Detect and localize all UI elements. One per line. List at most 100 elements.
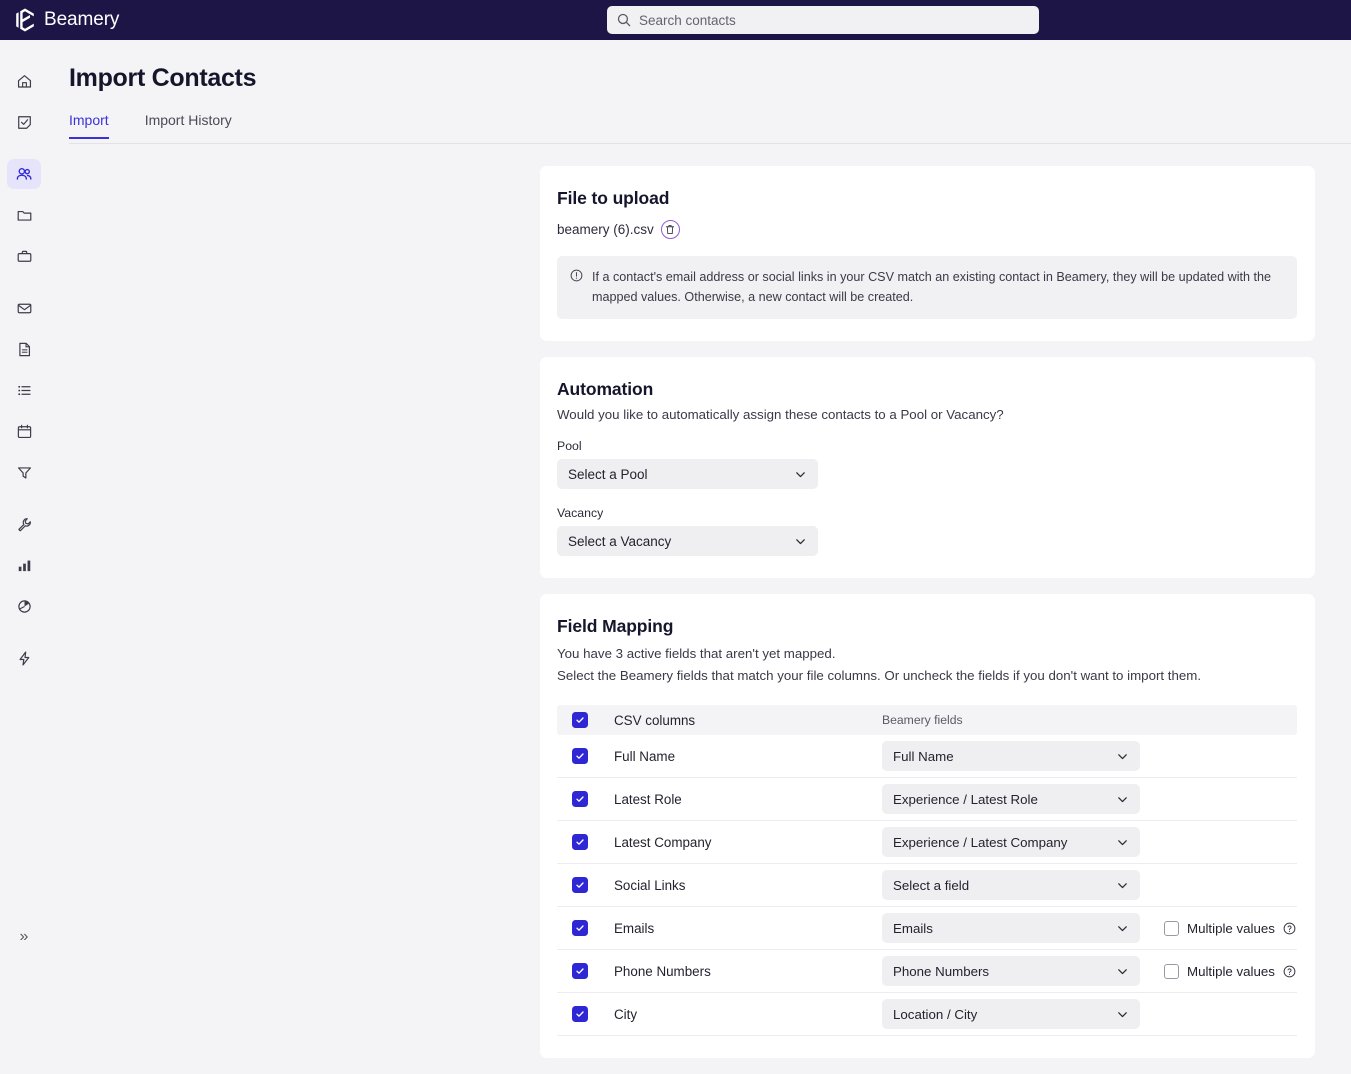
top-bar: Beamery (0, 0, 1351, 40)
table-row: Latest Company Experience / Latest Compan… (557, 821, 1297, 865)
home-icon (17, 74, 31, 88)
left-sidebar: » (0, 40, 48, 972)
uploaded-file-name: beamery (6).csv (557, 222, 654, 237)
row-checkbox[interactable] (572, 748, 588, 765)
unmapped-fields-message: You have 3 active fields that aren't yet… (557, 646, 836, 662)
check-icon (576, 717, 584, 723)
table-row: Emails Emails Multiple values (557, 907, 1297, 951)
vacancy-select[interactable]: Select a Vacancy (557, 526, 818, 557)
search-icon (617, 13, 631, 27)
checkbox-note-icon (17, 115, 31, 129)
question-circle-icon[interactable] (1283, 922, 1296, 935)
table-body: Full Name Full Name Latest Role Experience … (557, 735, 1297, 1037)
chevron-down-icon (1118, 796, 1127, 802)
chevron-down-icon (1118, 925, 1127, 931)
csv-column-name: Latest Role (614, 791, 682, 807)
check-icon (576, 925, 584, 931)
sidebar-item-messages[interactable] (7, 293, 41, 323)
sidebar-item-calendar[interactable] (7, 416, 41, 446)
beamery-field-select[interactable]: Experience / Latest Company (882, 827, 1140, 858)
beamery-field-select[interactable]: Experience / Latest Role (882, 784, 1140, 815)
csv-column-name: Emails (614, 920, 655, 936)
select-all-checkbox[interactable] (572, 712, 588, 729)
chevron-down-icon (796, 471, 805, 477)
search-bar[interactable] (607, 6, 1039, 34)
chevron-down-icon (1118, 968, 1127, 974)
sidebar-item-settings[interactable] (7, 509, 41, 539)
beamery-field-select[interactable]: Phone Numbers (882, 956, 1140, 987)
beamery-field-value: Experience / Latest Role (893, 791, 1038, 807)
lightning-bolt-icon (18, 650, 29, 666)
tab-import[interactable]: Import (69, 112, 109, 139)
sidebar-item-documents[interactable] (7, 334, 41, 364)
tab-bar: Import Import History (69, 112, 1351, 144)
csv-column-name: Social Links (614, 877, 686, 893)
row-checkbox[interactable] (572, 834, 588, 851)
beamery-field-value: Full Name (893, 748, 954, 764)
beamery-field-value: Select a field (893, 877, 970, 893)
automation-card: Automation Would you like to automatical… (540, 357, 1315, 579)
sidebar-item-analytics[interactable] (7, 550, 41, 580)
row-checkbox[interactable] (572, 877, 588, 894)
sidebar-item-automations[interactable] (7, 643, 41, 673)
table-header-row: CSV columns Beamery fields (557, 705, 1297, 736)
vacancy-label: Vacancy (557, 506, 604, 521)
pool-select[interactable]: Select a Pool (557, 459, 818, 490)
beamery-field-select[interactable]: Emails (882, 913, 1140, 944)
sidebar-collapse-toggle[interactable]: » (7, 922, 41, 952)
file-to-upload-title: File to upload (557, 188, 670, 208)
row-checkbox[interactable] (572, 791, 588, 808)
search-input[interactable] (639, 12, 1029, 28)
table-row: City Location / City (557, 993, 1297, 1037)
row-checkbox[interactable] (572, 1006, 588, 1023)
chevron-down-icon (1118, 839, 1127, 845)
sidebar-item-contacts[interactable] (7, 159, 41, 189)
brand-logo[interactable]: Beamery (14, 8, 119, 32)
automation-title: Automation (557, 379, 654, 400)
multiple-values-checkbox[interactable] (1164, 963, 1179, 979)
wrench-icon (17, 517, 31, 531)
row-checkbox[interactable] (572, 963, 588, 980)
multiple-values-checkbox[interactable] (1164, 920, 1179, 936)
main-content: File to upload beamery (6).csv If a cont… (540, 166, 1315, 1074)
sidebar-item-pools[interactable] (7, 200, 41, 230)
beamery-field-select[interactable]: Location / City (882, 999, 1140, 1030)
sidebar-item-tasks[interactable] (7, 107, 41, 137)
sidebar-item-home[interactable] (7, 66, 41, 96)
info-exclamation-icon (570, 269, 583, 282)
folder-icon (17, 210, 31, 221)
chevron-down-icon (1118, 1011, 1127, 1017)
delete-file-button[interactable] (660, 220, 680, 239)
beamery-field-select[interactable]: Full Name (882, 741, 1140, 772)
sidebar-item-lists[interactable] (7, 375, 41, 405)
funnel-icon (17, 466, 31, 479)
field-mapping-instructions: Select the Beamery fields that match you… (557, 667, 1202, 683)
table-row: Full Name Full Name (557, 735, 1297, 779)
row-checkbox[interactable] (572, 920, 588, 937)
column-header-csv: CSV columns (614, 712, 696, 728)
check-icon (576, 753, 584, 759)
beamery-field-value: Phone Numbers (893, 963, 990, 979)
csv-column-name: Full Name (614, 748, 676, 764)
sidebar-item-reports[interactable] (7, 591, 41, 621)
calendar-icon (17, 424, 31, 438)
trash-icon (666, 225, 675, 235)
csv-column-name: City (614, 1006, 638, 1022)
csv-column-name: Phone Numbers (614, 963, 711, 979)
chevron-down-icon (1118, 882, 1127, 888)
beamery-field-value: Location / City (893, 1006, 978, 1022)
briefcase-icon (17, 250, 31, 262)
document-icon (18, 342, 30, 356)
question-circle-icon[interactable] (1283, 965, 1296, 978)
list-icon (17, 385, 31, 395)
pool-label: Pool (557, 439, 582, 454)
beamery-field-select[interactable]: Select a field (882, 870, 1140, 901)
automation-subtitle: Would you like to automatically assign t… (557, 407, 1004, 423)
column-header-beamery: Beamery fields (882, 713, 963, 728)
sidebar-item-vacancies[interactable] (7, 241, 41, 271)
tab-import-history[interactable]: Import History (145, 112, 232, 139)
pool-select-value: Select a Pool (568, 466, 648, 482)
vacancy-select-value: Select a Vacancy (568, 533, 672, 549)
beamery-field-value: Emails (893, 920, 933, 936)
sidebar-item-filters[interactable] (7, 457, 41, 487)
